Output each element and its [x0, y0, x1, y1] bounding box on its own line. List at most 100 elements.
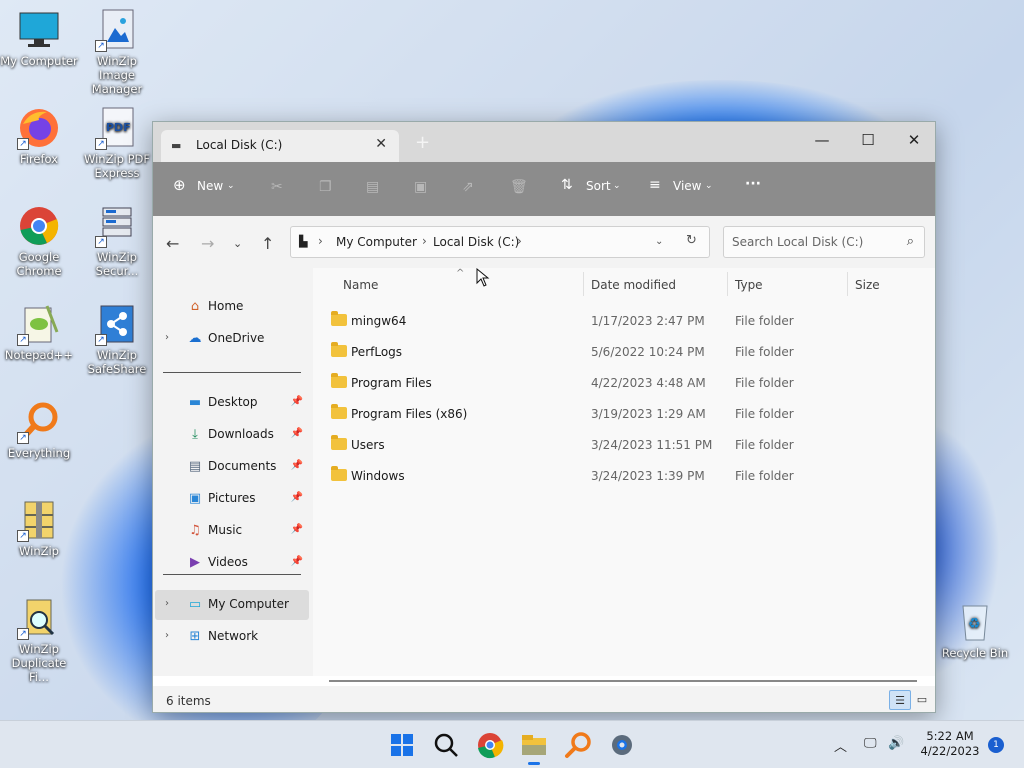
- share-icon[interactable]: ⇗: [462, 179, 474, 195]
- sidebar-item-music[interactable]: ♫ Music 📌: [155, 516, 309, 546]
- maximize-button[interactable]: ☐: [845, 126, 891, 154]
- expand-chevron-icon[interactable]: ›: [165, 332, 169, 343]
- show-hidden-icons-chevron[interactable]: ︿: [834, 736, 847, 755]
- paste-icon[interactable]: ▤: [366, 179, 379, 195]
- file-explorer-icon[interactable]: [518, 729, 550, 765]
- pin-icon[interactable]: 📌: [291, 460, 303, 471]
- file-list: Name ^ Date modified Type Size mingw64 1…: [313, 268, 935, 676]
- sidebar-item-my-computer[interactable]: › ▭ My Computer: [155, 590, 309, 620]
- desktop-icon-winzip-safeshare[interactable]: ↗ WinZip SafeShare: [78, 302, 156, 376]
- cut-icon[interactable]: ✂: [271, 179, 283, 195]
- expand-chevron-icon[interactable]: ›: [165, 630, 169, 641]
- tab-local-disk[interactable]: ▬ Local Disk (C:) ✕: [161, 130, 399, 162]
- delete-icon[interactable]: 🗑: [510, 179, 528, 195]
- pin-icon[interactable]: 📌: [291, 428, 303, 439]
- winzip-pdf-icon: PDF ↗: [95, 106, 139, 150]
- desktop-icon-label: Everything: [7, 446, 71, 460]
- sort-button[interactable]: Sort: [586, 179, 611, 193]
- search-box[interactable]: ⌕: [723, 226, 925, 258]
- search-icon[interactable]: ⌕: [907, 234, 914, 249]
- desktop-icon-winzip-duplicate-finder[interactable]: ↗ WinZip Duplicate Fi...: [0, 596, 78, 684]
- column-divider[interactable]: [583, 272, 584, 296]
- search-icon[interactable]: [430, 729, 462, 761]
- rename-icon[interactable]: ▣: [414, 179, 427, 195]
- view-button[interactable]: View: [673, 179, 701, 193]
- desktop-icon-winzip-pdf-express[interactable]: PDF ↗ WinZip PDF Express: [78, 106, 156, 180]
- table-row[interactable]: Windows 3/24/2023 1:39 PM File folder: [321, 461, 929, 491]
- column-header-size[interactable]: Size: [855, 278, 880, 292]
- close-tab-icon[interactable]: ✕: [375, 136, 387, 152]
- search-input[interactable]: [724, 227, 884, 257]
- chevron-down-icon: ⌄: [705, 181, 713, 191]
- breadcrumb-local-disk[interactable]: Local Disk (C:): [433, 235, 519, 249]
- drive-icon: ▬: [171, 139, 182, 152]
- pin-icon[interactable]: 📌: [291, 492, 303, 503]
- sidebar-item-desktop[interactable]: ▬ Desktop 📌: [155, 388, 309, 418]
- network-icon: ⊞: [189, 629, 201, 644]
- desktop-icon-winzip-secure[interactable]: ↗ WinZip Secur...: [78, 204, 156, 278]
- volume-icon[interactable]: 🔊: [888, 736, 904, 751]
- desktop-icon-notepadpp[interactable]: ↗ Notepad++: [0, 302, 78, 362]
- desktop-icon-google-chrome[interactable]: Google Chrome: [0, 204, 78, 278]
- desktop-icon-everything[interactable]: ↗ Everything: [0, 400, 78, 460]
- up-arrow-icon[interactable]: ↑: [261, 234, 274, 253]
- sidebar-item-pictures[interactable]: ▣ Pictures 📌: [155, 484, 309, 514]
- desktop-icon-firefox[interactable]: ↗ Firefox: [0, 106, 78, 166]
- notification-badge[interactable]: 1: [988, 737, 1004, 753]
- close-window-button[interactable]: ✕: [891, 126, 937, 154]
- details-view-icon[interactable]: ☰: [889, 690, 911, 710]
- table-row[interactable]: Program Files (x86) 3/19/2023 1:29 AM Fi…: [321, 399, 929, 429]
- desktop-icon-winzip[interactable]: ↗ WinZip: [0, 498, 78, 558]
- desktop-icon-winzip-image-manager[interactable]: ↗ WinZip Image Manager: [78, 8, 156, 96]
- column-header-date-modified[interactable]: Date modified: [591, 278, 676, 292]
- expand-chevron-icon[interactable]: ›: [165, 598, 169, 609]
- table-row[interactable]: Program Files 4/22/2023 4:48 AM File fol…: [321, 368, 929, 398]
- forward-arrow-icon[interactable]: →: [201, 234, 214, 253]
- minimize-button[interactable]: —: [799, 126, 845, 154]
- desktop-icon-my-computer[interactable]: My Computer: [0, 8, 78, 68]
- sidebar-item-home[interactable]: ⌂ Home: [155, 292, 309, 322]
- sidebar-item-network[interactable]: › ⊞ Network: [155, 622, 309, 652]
- column-divider[interactable]: [847, 272, 848, 296]
- refresh-icon[interactable]: ↻: [686, 233, 697, 248]
- sidebar-item-downloads[interactable]: ⤓ Downloads 📌: [155, 420, 309, 450]
- column-header-name[interactable]: Name: [343, 278, 378, 292]
- address-bar[interactable]: ▙ › My Computer › Local Disk (C:) › ⌄ ↻: [290, 226, 710, 258]
- chrome-icon[interactable]: [474, 729, 506, 761]
- download-arrow-icon: ⤓: [192, 427, 198, 442]
- more-options-button[interactable]: ···: [745, 176, 761, 192]
- desktop-icon-label: WinZip SafeShare: [87, 348, 147, 376]
- system-clock[interactable]: 5:22 AM 4/22/2023: [918, 729, 982, 759]
- horizontal-scrollbar[interactable]: [329, 680, 917, 682]
- pin-icon[interactable]: 📌: [291, 396, 303, 407]
- table-row[interactable]: mingw64 1/17/2023 2:47 PM File folder: [321, 306, 929, 336]
- network-tray-icon[interactable]: 🖵: [864, 736, 877, 751]
- column-header-type[interactable]: Type: [735, 278, 763, 292]
- column-divider[interactable]: [727, 272, 728, 296]
- winzip-safeshare-icon: ↗: [95, 302, 139, 346]
- sidebar-item-documents[interactable]: ▤ Documents 📌: [155, 452, 309, 482]
- home-icon: ⌂: [190, 299, 200, 314]
- tiles-view-icon[interactable]: ▭: [911, 690, 933, 710]
- pin-icon[interactable]: 📌: [291, 556, 303, 567]
- file-date: 3/24/2023 1:39 PM: [591, 469, 705, 483]
- table-row[interactable]: Users 3/24/2023 11:51 PM File folder: [321, 430, 929, 460]
- pin-icon[interactable]: 📌: [291, 524, 303, 535]
- file-name: PerfLogs: [351, 345, 403, 359]
- command-bar: ⊕ New ⌄ ✂ ❐ ▤ ▣ ⇗ 🗑 ⇅ Sort ⌄ ≡ View ⌄ ··…: [153, 162, 935, 216]
- settings-gear-icon[interactable]: [606, 729, 638, 761]
- breadcrumb-my-computer[interactable]: My Computer: [336, 235, 417, 249]
- sidebar-item-onedrive[interactable]: › ☁ OneDrive: [155, 324, 309, 354]
- copy-icon[interactable]: ❐: [319, 179, 332, 195]
- desktop-icon-recycle-bin[interactable]: ♻ Recycle Bin: [936, 600, 1014, 660]
- everything-search-icon[interactable]: [562, 729, 594, 761]
- new-button[interactable]: New: [197, 179, 223, 193]
- table-row[interactable]: PerfLogs 5/6/2022 10:24 PM File folder: [321, 337, 929, 367]
- recycle-bin-icon: ♻: [953, 600, 997, 644]
- title-bar: ▬ Local Disk (C:) ✕ + — ☐ ✕: [153, 122, 935, 162]
- start-icon[interactable]: [386, 729, 418, 761]
- back-arrow-icon[interactable]: ←: [166, 234, 179, 253]
- new-tab-button[interactable]: +: [415, 132, 430, 153]
- address-history-chevron-icon[interactable]: ⌄: [655, 236, 663, 247]
- recent-chevron-icon[interactable]: ⌄: [233, 237, 242, 250]
